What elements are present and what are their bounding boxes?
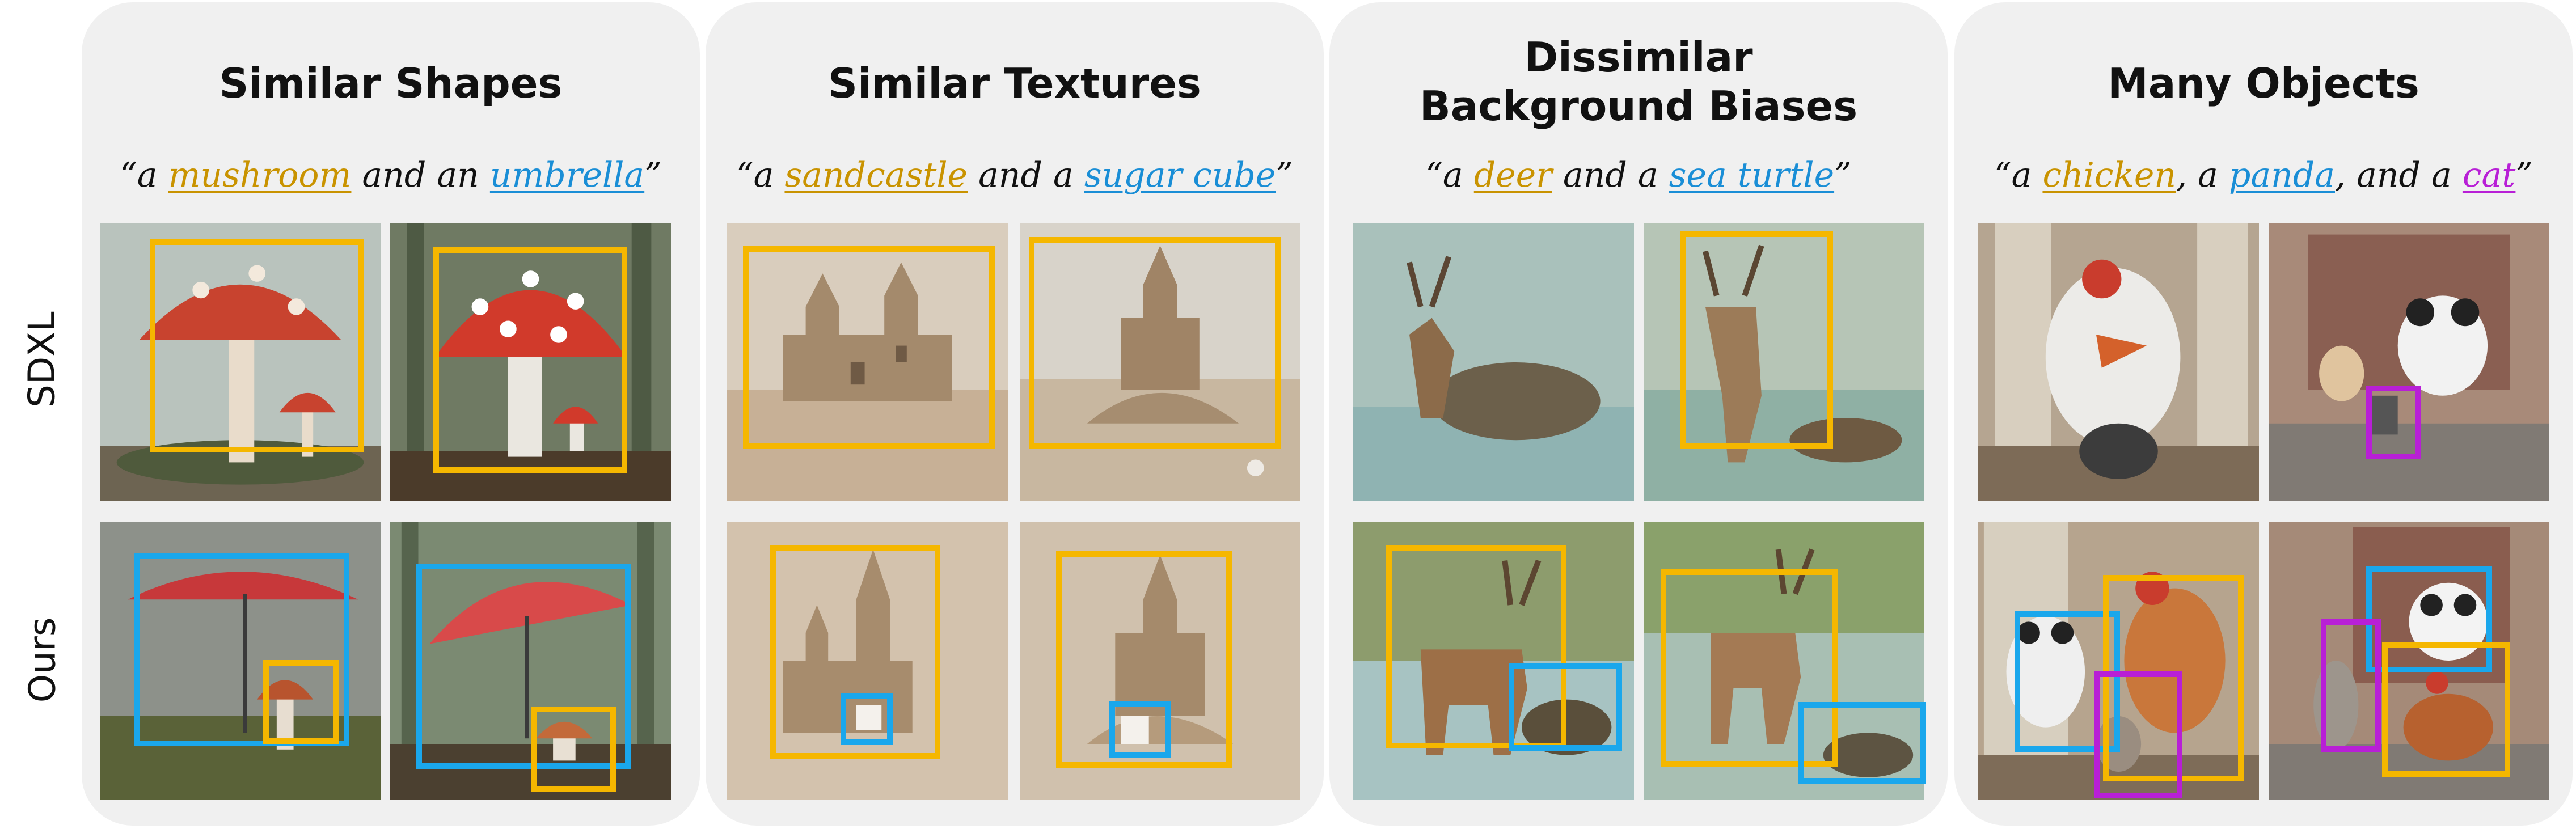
bbox-cat [2321, 619, 2381, 752]
panel-title: Many Objects [2108, 60, 2419, 107]
panel-dissimilar-background-biases: Dissimilar Background Biases “a deer and… [1329, 2, 1948, 826]
object-word-1: sandcastle [784, 155, 968, 195]
panel-prompt: “a chicken, a panda, and a cat” [1994, 155, 2533, 195]
bbox-mushroom [531, 707, 616, 792]
image-sdxl-2 [2269, 223, 2549, 501]
bbox-deer [1680, 231, 1833, 449]
row-label-ours: Ours [22, 617, 64, 703]
panel-similar-textures: Similar Textures “a sandcastle and a sug… [706, 2, 1324, 826]
panel-title: Similar Textures [828, 60, 1201, 107]
panel-title-line-1: Dissimilar [1524, 33, 1753, 81]
bbox-mushroom [263, 660, 339, 744]
row-label-sdxl: SDXL [22, 311, 64, 408]
object-word-2: sugar cube [1084, 155, 1276, 195]
object-word-1: mushroom [168, 155, 352, 195]
panel-many-objects: Many Objects “a chicken, a panda, and a … [1954, 2, 2573, 826]
object-word-1: chicken [2042, 155, 2176, 195]
bbox-sea-turtle [1798, 702, 1926, 784]
bbox-chicken [2382, 642, 2510, 777]
bbox-mushroom [150, 239, 364, 452]
object-word-2: sea turtle [1669, 155, 1835, 195]
bbox-cat [2366, 386, 2421, 459]
bbox-sea-turtle [1509, 663, 1622, 751]
object-word-3: cat [2462, 155, 2516, 195]
panel-prompt: “a sandcastle and a sugar cube” [736, 155, 1294, 195]
panel-prompt: “a deer and a sea turtle” [1425, 155, 1852, 195]
object-word-1: deer [1473, 155, 1552, 195]
bbox-sandcastle [743, 246, 995, 449]
bbox-sugar-cube [841, 693, 893, 745]
panel-title: Similar Shapes [219, 60, 563, 107]
bbox-sandcastle [1029, 237, 1281, 449]
bbox-sugar-cube [1109, 701, 1171, 758]
object-word-2: umbrella [489, 155, 645, 195]
object-word-2: panda [2228, 155, 2335, 195]
panel-similar-shapes: Similar Shapes “a mushroom and an umbrel… [82, 2, 700, 826]
image-sdxl-1 [1978, 223, 2259, 501]
bbox-cat [2094, 671, 2182, 798]
bbox-mushroom [433, 247, 627, 473]
image-sdxl-1 [1353, 223, 1634, 501]
panel-title-line-2: Background Biases [1419, 82, 1858, 130]
panel-prompt: “a mushroom and an umbrella” [120, 155, 662, 195]
